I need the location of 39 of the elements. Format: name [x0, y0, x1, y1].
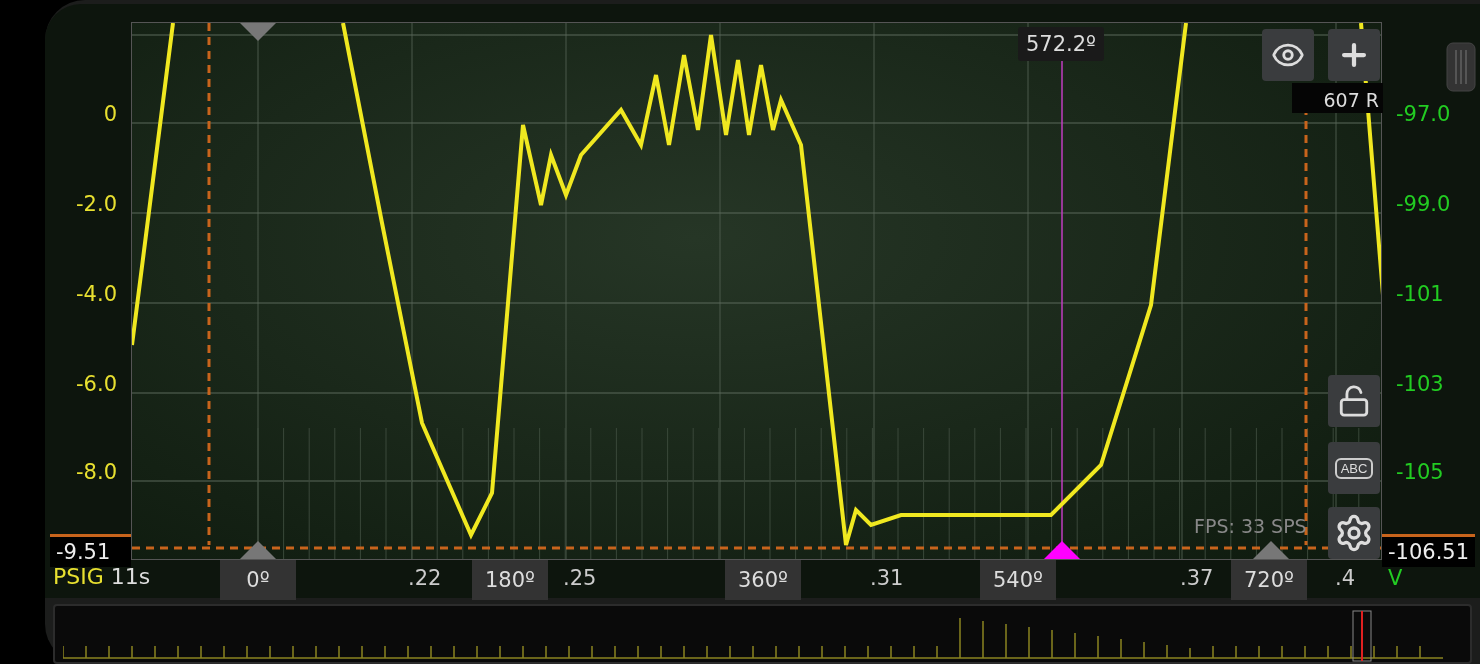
degree-label: 360º [725, 560, 801, 600]
degree-label: 0º [220, 560, 296, 600]
cursor-readout: 572.2º [1018, 27, 1104, 61]
settings-icon [1334, 513, 1374, 553]
axis-label: -99.0 [1396, 192, 1451, 216]
axis-label: -101 [1396, 282, 1444, 306]
axis-label: -2.0 [76, 192, 117, 216]
viewport-marker[interactable] [1352, 610, 1372, 662]
eye-button[interactable] [1262, 29, 1314, 81]
trigger-level-label: -9.51 [50, 534, 131, 567]
axis-label: .31 [870, 566, 904, 590]
axis-label: 0 [103, 102, 117, 126]
degree-label: 180º [472, 560, 548, 600]
degree-label: 720º [1231, 560, 1307, 600]
axis-label: .22 [408, 566, 442, 590]
axis-label: .4 [1335, 566, 1356, 590]
axis-label: -97.0 [1396, 102, 1451, 126]
lock-button[interactable] [1328, 375, 1380, 427]
axis-label: -6.0 [76, 372, 117, 396]
rpm-badge: 607 R [1292, 83, 1383, 113]
trace-label: PSIG 11s [53, 564, 151, 589]
unit-label: V [1388, 566, 1403, 590]
axis-label: -103 [1396, 372, 1444, 396]
axis-label: .25 [563, 566, 597, 590]
marker-icon [240, 23, 276, 41]
grip-handle-icon[interactable] [1446, 42, 1476, 92]
axis-label: -105 [1396, 460, 1444, 484]
axis-label: -8.0 [76, 460, 117, 484]
degree-label: 540º [980, 560, 1056, 600]
add-button[interactable] [1328, 29, 1380, 81]
axis-label: .37 [1180, 566, 1214, 590]
padlock-icon [1337, 384, 1371, 418]
status-text: FPS: 33 SPS [1194, 515, 1307, 537]
cursor-marker-icon[interactable] [1044, 541, 1080, 559]
label-button[interactable]: ABC [1328, 442, 1380, 494]
axis-label: -4.0 [76, 282, 117, 306]
trigger-level-label: -106.51 [1382, 534, 1476, 567]
overview-strip[interactable] [53, 604, 1472, 664]
settings-button[interactable] [1328, 507, 1380, 559]
